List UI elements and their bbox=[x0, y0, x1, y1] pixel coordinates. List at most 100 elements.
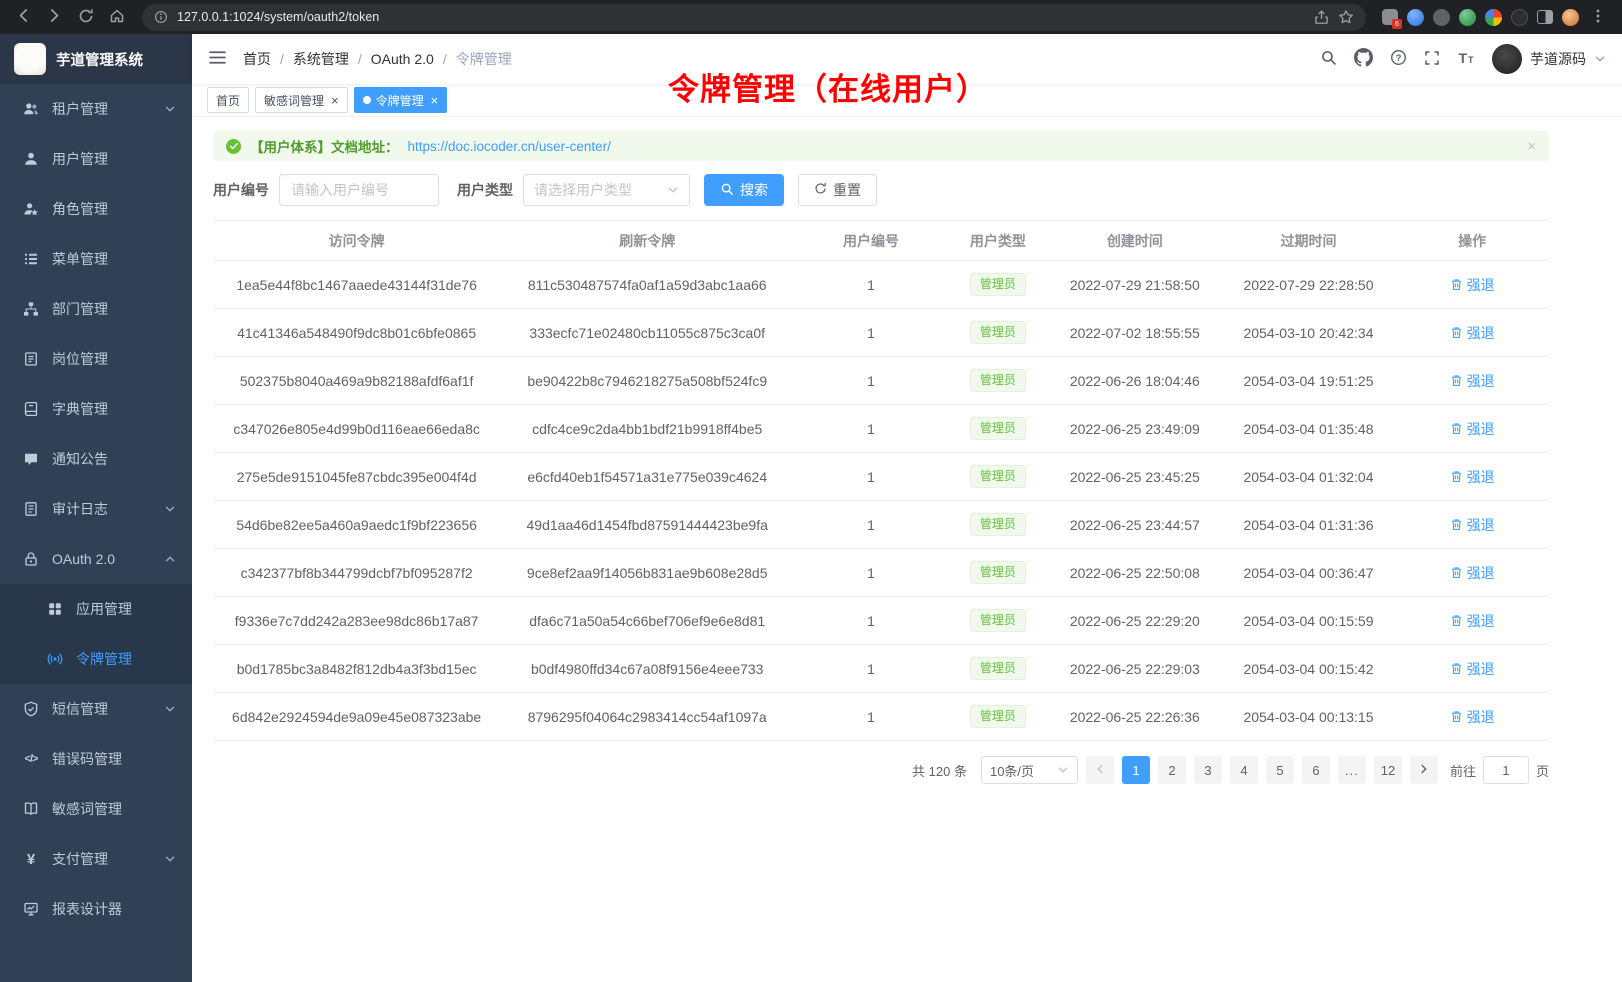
trash-icon bbox=[1450, 374, 1463, 387]
sidebar-item-label: 敏感词管理 bbox=[52, 799, 122, 819]
page-button-12[interactable]: 12 bbox=[1374, 756, 1402, 784]
bookmark-star-icon[interactable] bbox=[1338, 9, 1354, 25]
sidebar-toggle-button[interactable] bbox=[208, 49, 227, 69]
address-bar[interactable]: 127.0.0.1:1024/system/oauth2/token bbox=[142, 4, 1366, 31]
user-type-badge: 管理员 bbox=[970, 705, 1026, 728]
font-size-button[interactable]: TT bbox=[1457, 50, 1475, 69]
trash-icon bbox=[1450, 470, 1463, 483]
site-info-icon[interactable] bbox=[154, 10, 168, 24]
reading-mode-icon[interactable] bbox=[1537, 10, 1553, 24]
fullscreen-button[interactable] bbox=[1424, 50, 1440, 69]
page-button-6[interactable]: 6 bbox=[1302, 756, 1330, 784]
search-button[interactable] bbox=[1320, 49, 1337, 69]
next-page-button[interactable] bbox=[1410, 756, 1438, 784]
sidebar-item-角色管理[interactable]: 角色管理 bbox=[0, 184, 192, 234]
breadcrumb-item: 令牌管理 bbox=[456, 49, 512, 69]
pagination-pages: 123456...12 bbox=[1122, 756, 1402, 784]
sidebar-item-菜单管理[interactable]: 菜单管理 bbox=[0, 234, 192, 284]
expire-time-cell: 2054-03-04 01:35:48 bbox=[1222, 405, 1396, 453]
page-button-2[interactable]: 2 bbox=[1158, 756, 1186, 784]
sidebar-item-字典管理[interactable]: 字典管理 bbox=[0, 384, 192, 434]
extension-gray-icon[interactable] bbox=[1433, 9, 1450, 26]
share-icon[interactable] bbox=[1314, 10, 1329, 25]
force-logout-button[interactable]: 强退 bbox=[1450, 611, 1495, 631]
browser-menu-button[interactable] bbox=[1588, 4, 1608, 31]
user-type-select[interactable]: 请选择用户类型 bbox=[523, 174, 690, 206]
doc-link[interactable]: https://doc.iocoder.cn/user-center/ bbox=[408, 139, 611, 154]
force-logout-button[interactable]: 强退 bbox=[1450, 419, 1495, 439]
app-logo-row[interactable]: 芋道管理系统 bbox=[0, 34, 192, 84]
sidebar-item-审计日志[interactable]: 审计日志 bbox=[0, 484, 192, 534]
force-logout-button[interactable]: 强退 bbox=[1450, 275, 1495, 295]
column-header: 用户类型 bbox=[948, 221, 1048, 261]
tab-首页[interactable]: 首页 bbox=[207, 87, 249, 113]
github-button[interactable] bbox=[1354, 48, 1373, 70]
sidebar-item-用户管理[interactable]: 用户管理 bbox=[0, 134, 192, 184]
extension-badged-icon[interactable]: 6 bbox=[1382, 9, 1398, 25]
extension-dark-icon[interactable] bbox=[1511, 9, 1528, 26]
browser-profile-avatar[interactable] bbox=[1562, 9, 1579, 26]
menu-icon bbox=[23, 251, 39, 267]
goto-page-input[interactable] bbox=[1483, 756, 1529, 784]
page-button-4[interactable]: 4 bbox=[1230, 756, 1258, 784]
sidebar-item-部门管理[interactable]: 部门管理 bbox=[0, 284, 192, 334]
sidebar-item-报表设计器[interactable]: 报表设计器 bbox=[0, 884, 192, 934]
sidebar-item-错误码管理[interactable]: </>错误码管理 bbox=[0, 734, 192, 784]
breadcrumb-item[interactable]: 首页 bbox=[243, 49, 271, 69]
sidebar-item-label: 租户管理 bbox=[52, 99, 108, 119]
reset-button[interactable]: 重置 bbox=[798, 174, 877, 206]
page-button-5[interactable]: 5 bbox=[1266, 756, 1294, 784]
prev-page-button[interactable] bbox=[1086, 756, 1114, 784]
tab-令牌管理[interactable]: 令牌管理× bbox=[354, 87, 448, 113]
sidebar-item-敏感词管理[interactable]: 敏感词管理 bbox=[0, 784, 192, 834]
force-logout-button[interactable]: 强退 bbox=[1450, 563, 1495, 583]
hamburger-icon bbox=[208, 49, 227, 69]
sidebar-item-label: 短信管理 bbox=[52, 699, 108, 719]
force-logout-button[interactable]: 强退 bbox=[1450, 467, 1495, 487]
tab-敏感词管理[interactable]: 敏感词管理× bbox=[255, 87, 348, 113]
breadcrumb-item[interactable]: OAuth 2.0 bbox=[371, 51, 434, 67]
sidebar-item-岗位管理[interactable]: 岗位管理 bbox=[0, 334, 192, 384]
notice-icon bbox=[23, 451, 39, 467]
pagination-ellipsis[interactable]: ... bbox=[1338, 756, 1366, 784]
breadcrumb-item[interactable]: 系统管理 bbox=[293, 49, 349, 69]
close-icon[interactable]: × bbox=[331, 94, 339, 107]
sidebar-item-短信管理[interactable]: 短信管理 bbox=[0, 684, 192, 734]
sidebar-item-应用管理[interactable]: 应用管理 bbox=[0, 584, 192, 634]
expire-time-cell: 2054-03-04 00:15:59 bbox=[1222, 597, 1396, 645]
chevron-down-icon bbox=[164, 103, 176, 115]
sidebar-item-租户管理[interactable]: 租户管理 bbox=[0, 84, 192, 134]
page-button-1[interactable]: 1 bbox=[1122, 756, 1150, 784]
app-root: 芋道管理系统 租户管理用户管理角色管理菜单管理部门管理岗位管理字典管理通知公告审… bbox=[0, 34, 1622, 982]
force-logout-button[interactable]: 强退 bbox=[1450, 659, 1495, 679]
page-button-3[interactable]: 3 bbox=[1194, 756, 1222, 784]
user-menu[interactable]: 芋道源码 bbox=[1492, 44, 1606, 74]
back-button[interactable] bbox=[10, 4, 37, 31]
question-icon: ? bbox=[1390, 49, 1407, 69]
trash-icon bbox=[1450, 326, 1463, 339]
home-button[interactable] bbox=[103, 4, 130, 31]
help-button[interactable]: ? bbox=[1390, 49, 1407, 69]
reload-button[interactable] bbox=[72, 4, 99, 31]
alert-close-icon[interactable]: × bbox=[1527, 139, 1536, 154]
close-icon[interactable]: × bbox=[431, 94, 439, 107]
forward-button[interactable] bbox=[41, 4, 68, 31]
page-size-select[interactable]: 10条/页 bbox=[981, 756, 1078, 784]
table-row: b0d1785bc3a8482f812db4a3f3bd15ecb0df4980… bbox=[213, 645, 1549, 693]
app-logo bbox=[14, 43, 46, 75]
force-logout-button[interactable]: 强退 bbox=[1450, 707, 1495, 727]
expire-time-cell: 2054-03-04 19:51:25 bbox=[1222, 357, 1396, 405]
force-logout-button[interactable]: 强退 bbox=[1450, 323, 1495, 343]
search-button-filter[interactable]: 搜索 bbox=[704, 174, 784, 206]
force-logout-button[interactable]: 强退 bbox=[1450, 515, 1495, 535]
user-id-input[interactable] bbox=[279, 174, 439, 206]
extension-blue-icon[interactable] bbox=[1407, 9, 1424, 26]
breadcrumb-separator: / bbox=[358, 51, 362, 67]
force-logout-button[interactable]: 强退 bbox=[1450, 371, 1495, 391]
extension-green-icon[interactable] bbox=[1459, 9, 1476, 26]
sidebar-item-通知公告[interactable]: 通知公告 bbox=[0, 434, 192, 484]
sidebar-item-支付管理[interactable]: ¥支付管理 bbox=[0, 834, 192, 884]
sidebar-item-令牌管理[interactable]: 令牌管理 bbox=[0, 634, 192, 684]
sidebar-item-OAuth-2.0[interactable]: OAuth 2.0 bbox=[0, 534, 192, 584]
extension-multicolor-icon[interactable] bbox=[1485, 9, 1502, 26]
